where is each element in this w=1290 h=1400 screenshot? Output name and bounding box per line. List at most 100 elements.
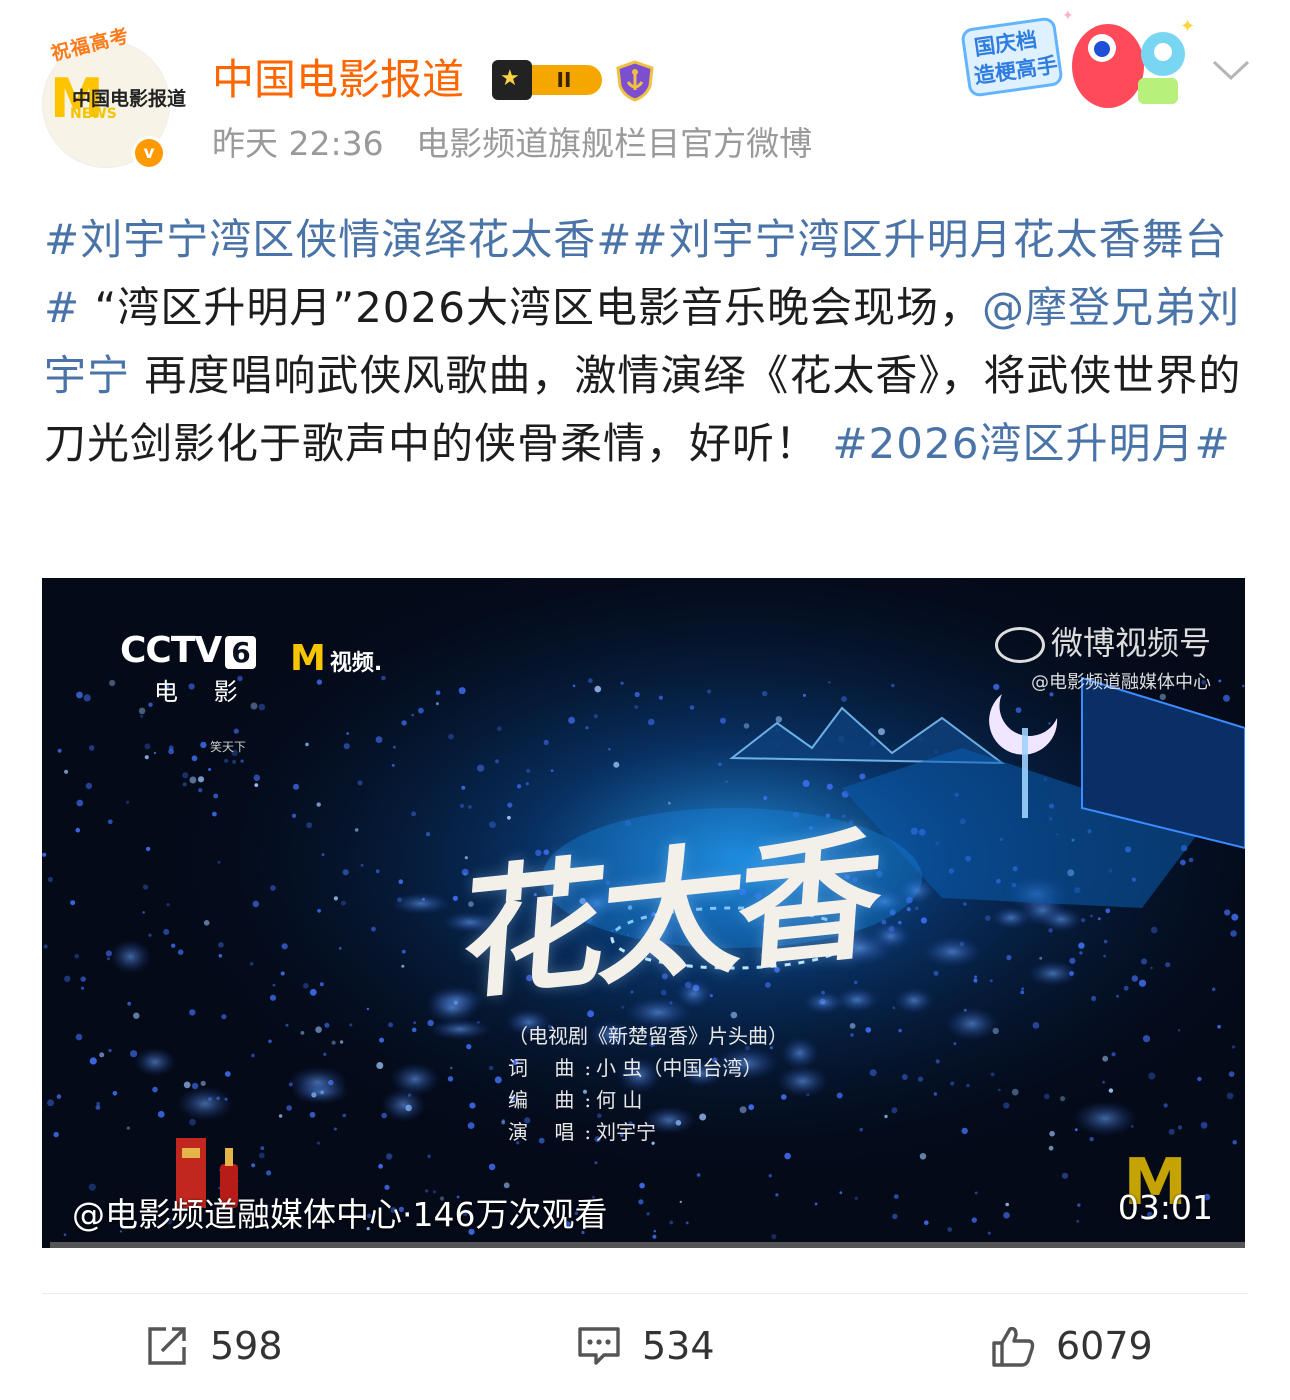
audience-light-dot [488, 1163, 496, 1171]
watermark-title: 微博视频号 [1050, 624, 1211, 662]
audience-light-dot [525, 782, 529, 786]
audience-light-dot [213, 793, 219, 799]
crown-icon[interactable]: II ★ [492, 60, 606, 100]
audience-light-dot [99, 1052, 105, 1058]
audience-light-dot [1231, 913, 1239, 921]
audience-light-dot [1141, 958, 1147, 965]
audience-light-dot [1049, 1130, 1055, 1137]
audience-light-dot [974, 1191, 978, 1195]
audience-light-dot [1077, 1203, 1081, 1207]
audience-light-dot [341, 900, 346, 906]
audience-light-dot [450, 1066, 453, 1070]
audience-light-dot [321, 853, 325, 857]
audience-light-dot [1231, 1045, 1236, 1049]
audience-light-dot [388, 1022, 394, 1028]
audience-light-dot [316, 1141, 321, 1145]
audience-light-dot [585, 726, 589, 730]
audience-light-dot [200, 741, 207, 749]
audience-light-dot [285, 1023, 289, 1027]
audience-light-dot [1177, 1125, 1183, 1130]
audience-light-dot [1165, 962, 1171, 968]
audience-light-dot [107, 819, 113, 825]
audience-light-dot [652, 1234, 657, 1239]
song-credits: （电视剧《新楚留香》片头曲） 词 曲:小 虫（中国台湾） 编 曲:何 山 演 唱… [508, 1020, 788, 1148]
audience-light-dot [153, 751, 157, 755]
audience-light-dot [891, 683, 895, 688]
audience-light-dot [1103, 939, 1108, 944]
audience-light-dot [272, 983, 276, 987]
audience-light-dot [802, 693, 806, 697]
audience-light-dot [653, 1230, 656, 1233]
audience-light-dot [436, 702, 439, 706]
audience-light-dot [418, 707, 424, 714]
audience-light-dot [1021, 987, 1024, 991]
audience-light-dot [349, 1023, 353, 1027]
audience-light-dot [300, 1031, 305, 1035]
audience-light-dot [53, 1131, 59, 1138]
comment-button[interactable]: 534 [576, 1316, 715, 1376]
audience-light-dot [107, 957, 110, 961]
holiday-sticker[interactable]: 国庆档 造梗高手 ✦ ✦ [958, 8, 1198, 118]
audience-light-dot [126, 1126, 130, 1130]
credit-line-1: （电视剧《新楚留香》片头曲） [508, 1024, 788, 1048]
audience-light-dot [278, 1114, 283, 1118]
avatar-logo-sub: NEWS [70, 106, 117, 122]
audience-light-dot [784, 1152, 791, 1160]
audience-light-dot [459, 803, 465, 808]
audience-light-dot [189, 1118, 196, 1126]
audience-light-dot [212, 811, 217, 817]
audience-light-dot [305, 742, 309, 747]
audience-light-dot [593, 714, 598, 719]
audience-light-dot [266, 1170, 272, 1176]
audience-light-dot [366, 1007, 370, 1011]
audience-light-dot [901, 1074, 908, 1080]
audience-light-dot [401, 720, 407, 726]
audience-light-dot [292, 783, 300, 790]
like-button[interactable]: 6079 [990, 1316, 1153, 1376]
video-player[interactable]: CCTV 6 电 影 M 视频. 微博视频号 @电影频道融媒体中心 笑天下 花太香 … [42, 578, 1245, 1248]
shield-icon[interactable] [614, 60, 656, 102]
audience-light-dot [638, 1199, 644, 1205]
audience-light-dot [108, 1048, 112, 1053]
repost-button[interactable]: 598 [144, 1316, 283, 1376]
audience-light-dot [47, 1099, 54, 1107]
audience-light-dot [878, 728, 885, 736]
audience-light-dot [658, 695, 664, 700]
audience-light-dot [839, 1191, 843, 1195]
audience-light-dot [884, 1114, 888, 1119]
audience-light-dot [1032, 1022, 1040, 1029]
audience-light-dot [269, 994, 277, 1001]
audience-light-dot [76, 799, 84, 807]
audience-light-dot [89, 1057, 97, 1065]
author-name[interactable]: 中国电影报道 [212, 54, 464, 106]
audience-light-dot [1048, 722, 1051, 725]
audience-light-dot [452, 895, 458, 901]
audience-light-dot [401, 964, 405, 968]
audience-light-dot [1102, 1080, 1105, 1084]
audience-light-dot [850, 1033, 854, 1037]
audience-light-dot [507, 802, 513, 808]
star-icon: ★ [500, 66, 520, 91]
audience-light-dot [198, 788, 203, 793]
svg-text:✦: ✦ [1062, 8, 1074, 24]
audience-light-dot [1242, 684, 1245, 688]
audience-light-dot [258, 1152, 265, 1159]
audience-light-dot [144, 743, 151, 750]
audience-light-dot [1168, 1128, 1175, 1135]
audience-light-dot [375, 869, 380, 873]
topic-link-1[interactable]: #刘宇宁湾区侠情演绎花太香# [44, 215, 632, 264]
audience-light-dot [70, 900, 76, 906]
audience-light-dot [189, 776, 197, 784]
audience-light-dot [357, 780, 363, 786]
audience-light-dot [1150, 966, 1153, 970]
audience-light-dot [468, 805, 472, 809]
topic-link-3[interactable]: #2026湾区升明月# [832, 419, 1230, 468]
weibo-icon [994, 627, 1045, 663]
video-progress-bar[interactable] [50, 1242, 1245, 1248]
audience-light-dot [775, 1193, 779, 1197]
chevron-down-icon[interactable] [1210, 54, 1252, 84]
audience-light-dot [411, 811, 417, 817]
audience-light-dot [608, 748, 611, 751]
credit-singer: 演 唱:刘宇宁 [508, 1120, 656, 1144]
audience-light-dot [771, 1234, 777, 1240]
